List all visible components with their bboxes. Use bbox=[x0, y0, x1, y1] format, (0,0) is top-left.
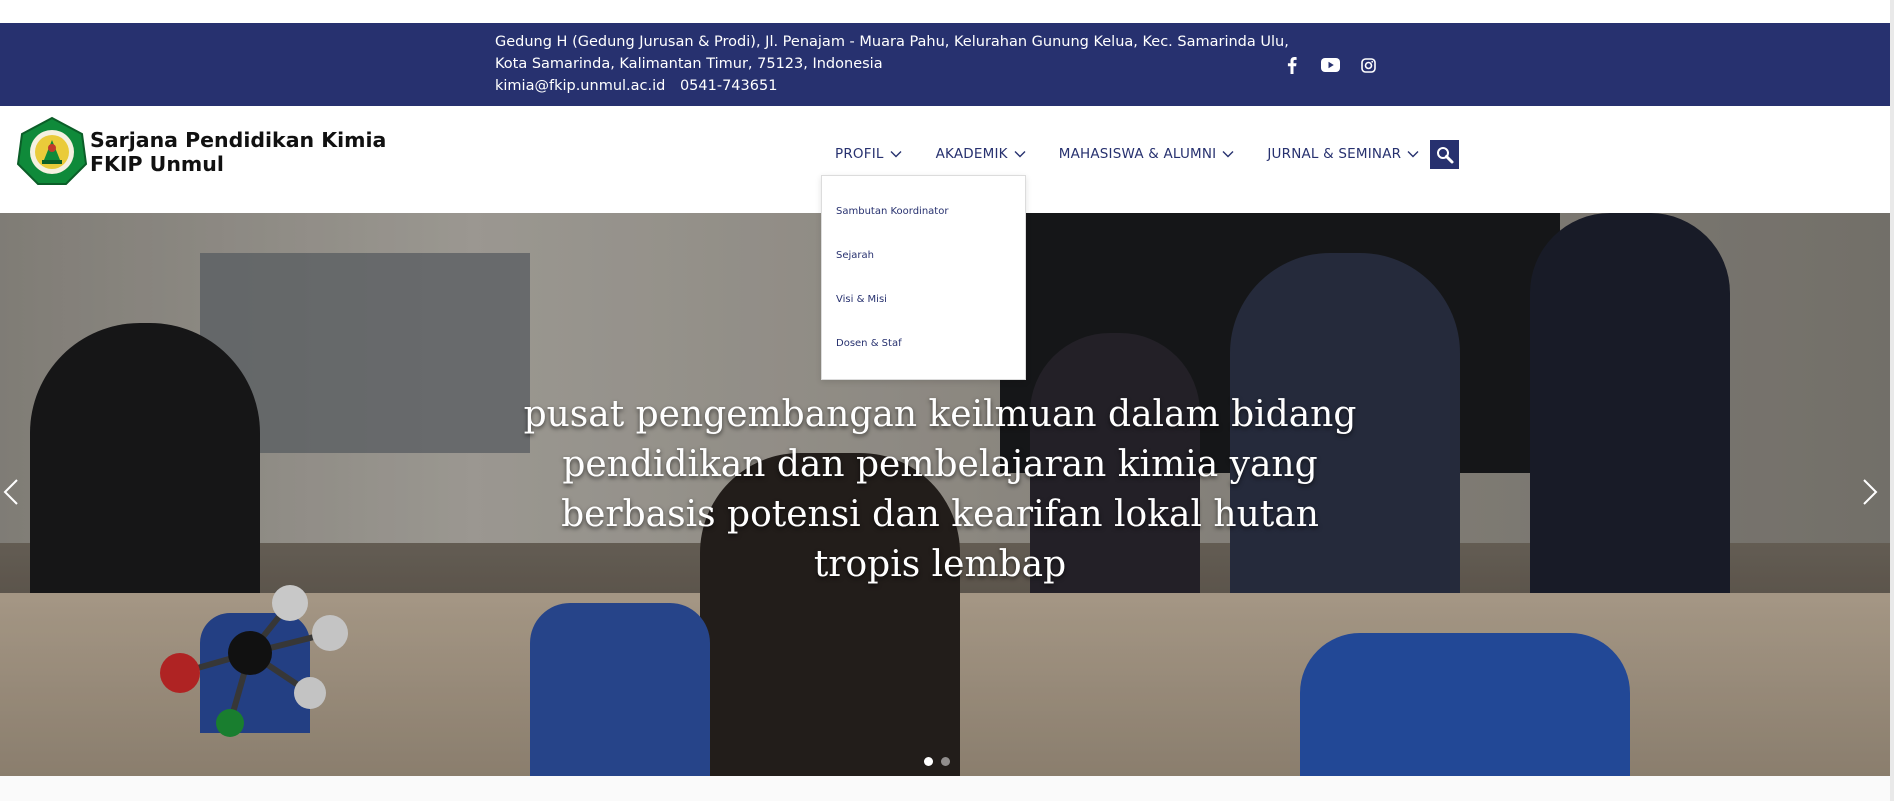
brand-link[interactable]: Sarjana Pendidikan Kimia FKIP Unmul bbox=[16, 116, 386, 188]
instagram-icon[interactable] bbox=[1356, 53, 1380, 77]
main-navigation: PROFIL AKADEMIK MAHASISWA & ALUMNI JURNA… bbox=[835, 146, 1452, 162]
slider-indicators bbox=[924, 757, 950, 766]
address-line-2: Kota Samarinda, Kalimantan Timur, 75123,… bbox=[495, 56, 883, 72]
nav-label: AKADEMIK bbox=[935, 146, 1008, 162]
dropdown-item-sejarah[interactable]: Sejarah bbox=[822, 244, 1025, 288]
nav-item-akademik[interactable]: AKADEMIK bbox=[936, 146, 1026, 162]
top-info-bar: Gedung H (Gedung Jurusan & Prodi), Jl. P… bbox=[0, 23, 1890, 106]
email-link[interactable]: kimia@fkip.unmul.ac.id bbox=[495, 78, 665, 94]
page-below-fold bbox=[0, 776, 1890, 801]
facebook-icon[interactable] bbox=[1280, 53, 1304, 77]
university-logo bbox=[16, 116, 88, 185]
nav-item-mahasiswa-alumni[interactable]: MAHASISWA & ALUMNI bbox=[1059, 146, 1235, 162]
site-title: Sarjana Pendidikan Kimia FKIP Unmul bbox=[90, 128, 386, 176]
dropdown-item-sambutan-koordinator[interactable]: Sambutan Koordinator bbox=[822, 200, 1025, 244]
dropdown-item-visi-misi[interactable]: Visi & Misi bbox=[822, 288, 1025, 332]
dropdown-item-dosen-staf[interactable]: Dosen & Staf bbox=[822, 332, 1025, 376]
chevron-down-icon bbox=[890, 151, 902, 158]
phone-number: 0541-743651 bbox=[679, 78, 778, 94]
nav-label: JURNAL & SEMINAR bbox=[1267, 146, 1402, 162]
chevron-left-icon bbox=[3, 479, 18, 505]
chevron-down-icon bbox=[1014, 151, 1026, 158]
social-links bbox=[1280, 53, 1380, 77]
slider-dot[interactable] bbox=[941, 757, 950, 766]
scrollbar[interactable] bbox=[1890, 0, 1894, 801]
address-line-1: Gedung H (Gedung Jurusan & Prodi), Jl. P… bbox=[495, 34, 1289, 50]
chevron-down-icon bbox=[1222, 151, 1234, 158]
contact-info: Gedung H (Gedung Jurusan & Prodi), Jl. P… bbox=[495, 31, 1289, 97]
slider-dot[interactable] bbox=[924, 757, 933, 766]
nav-item-jurnal-seminar[interactable]: JURNAL & SEMINAR bbox=[1267, 146, 1419, 162]
youtube-icon[interactable] bbox=[1318, 53, 1342, 77]
search-button[interactable] bbox=[1430, 140, 1459, 169]
slider-next-button[interactable] bbox=[1861, 478, 1879, 506]
nav-label: PROFIL bbox=[835, 146, 884, 162]
site-title-line-1: Sarjana Pendidikan Kimia bbox=[90, 128, 387, 152]
contact-line: kimia@fkip.unmul.ac.id 0541-743651 bbox=[495, 75, 1255, 97]
profil-dropdown-menu: Sambutan Koordinator Sejarah Visi & Misi… bbox=[821, 175, 1026, 380]
site-title-line-2: FKIP Unmul bbox=[90, 152, 224, 176]
hero-caption: pusat pengembangan keilmuan dalam bidang… bbox=[523, 394, 1357, 585]
nav-label: MAHASISWA & ALUMNI bbox=[1058, 146, 1217, 162]
chevron-right-icon bbox=[1863, 479, 1878, 505]
nav-item-profil[interactable]: PROFIL bbox=[835, 146, 902, 162]
search-icon bbox=[1436, 146, 1453, 163]
chevron-down-icon bbox=[1407, 151, 1419, 158]
slider-prev-button[interactable] bbox=[2, 478, 20, 506]
